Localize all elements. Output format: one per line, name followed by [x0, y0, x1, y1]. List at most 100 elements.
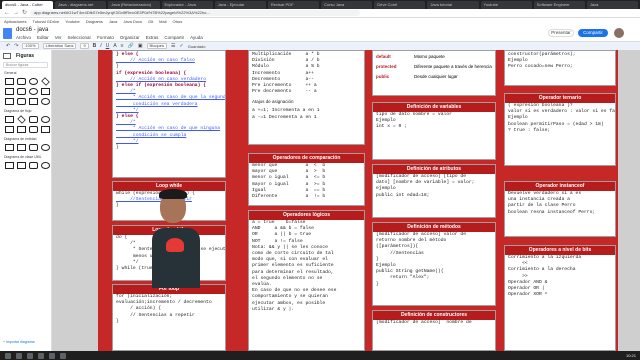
flow-manual-shape[interactable] [29, 126, 38, 133]
flow-process-shape[interactable] [5, 116, 14, 123]
diamond-shape[interactable] [41, 77, 50, 86]
methods-card[interactable]: Definición de métodos [modificador de ac… [372, 222, 496, 306]
image-icon[interactable]: ▣ [138, 43, 143, 49]
explorer-taskbar-icon[interactable] [38, 352, 44, 359]
rounded-rectangle-shape[interactable] [17, 78, 26, 85]
bookmark-item[interactable]: Mail [159, 18, 166, 25]
font-family-select[interactable]: Liberation Sans [42, 43, 77, 49]
browser-tab[interactable]: Java - diagrams.net [55, 1, 107, 9]
menu-item[interactable]: Compartir [164, 35, 184, 40]
logical-operators-card[interactable]: Operadores lógicos a = true b=false AND a… [248, 210, 365, 351]
menu-item[interactable]: Seleccionar [68, 35, 92, 40]
font-size-select[interactable]: 9 [80, 43, 89, 49]
bookmark-item[interactable]: Otros [173, 18, 183, 25]
text-color-icon[interactable]: A [113, 43, 116, 49]
ellipse-shape[interactable] [29, 78, 38, 85]
browser-tab[interactable]: Revisar PDF [267, 1, 320, 9]
bookmark-item[interactable]: Diagrams [86, 18, 103, 25]
access-modifiers-card[interactable]: default Mismo paquete protected Diferente p… [372, 50, 496, 96]
relation-shape[interactable] [29, 144, 38, 151]
if-else-card[interactable]: } else { // Acción en caso falso} if (exp… [112, 50, 226, 178]
start-icon[interactable] [5, 352, 11, 359]
table-shape[interactable] [17, 144, 26, 151]
bookmark-item[interactable]: Java [109, 18, 117, 25]
uml-class-shape[interactable] [5, 162, 14, 169]
note-shape[interactable] [29, 98, 38, 105]
browser-tab[interactable]: Explorador - Java [161, 1, 213, 9]
undo-icon[interactable]: ↶ [6, 43, 10, 49]
link-icon[interactable]: 🔗 [128, 43, 134, 49]
menu-item[interactable]: Formato [97, 35, 114, 40]
constructors-card[interactable]: Definición de constructores [modificador… [372, 310, 496, 351]
for-loop-card[interactable]: For loop for (inicialización; evaluación;… [112, 284, 226, 351]
instanceof-card[interactable]: Operador instanceof Devuelve verdadero s… [504, 181, 616, 237]
uml-package-shape[interactable] [29, 162, 38, 169]
reload-icon[interactable]: ↻ [22, 9, 27, 18]
browser-tab[interactable]: Software Engineer [533, 1, 585, 9]
share-button[interactable]: Compartir [578, 29, 608, 37]
url-field[interactable]: app.diagrams.net/#G1wT4vr4DfkS7e5mJyrqK3… [30, 10, 361, 16]
flow-document-shape[interactable] [17, 126, 26, 133]
style-select[interactable]: Bloques [146, 43, 168, 49]
bookmark-item[interactable]: Aplicaciones [4, 18, 26, 25]
back-icon[interactable]: ← [4, 9, 10, 18]
flow-connector-shape[interactable] [41, 116, 50, 123]
bold-icon[interactable]: B [93, 43, 97, 49]
ternary-operator-card[interactable]: Operador ternario ( expresión booleana )… [504, 93, 616, 166]
entity-shape[interactable] [5, 144, 14, 151]
variables-card[interactable]: Definición de variables tipo de dato nom… [372, 102, 496, 160]
arithmetic-operators-card[interactable]: Multiplicación a * b División a / b Módulo… [248, 50, 365, 145]
import-diagram-link[interactable]: + Importar diagrama [3, 340, 35, 344]
bookmark-item[interactable]: Java Docs [123, 18, 142, 25]
format-panel-icon[interactable]: ☰ [171, 43, 175, 49]
attributes-card[interactable]: Definición de atributos [modificador de … [372, 164, 496, 218]
sidebar-section-uml[interactable]: Diagrama de clase UML [0, 152, 51, 161]
search-icon[interactable] [16, 352, 22, 359]
diagram-canvas[interactable]: } else { // Acción en caso falso} if (exp… [52, 50, 640, 351]
browser-taskbar-icon[interactable] [27, 352, 33, 359]
terminal-taskbar-icon[interactable] [60, 352, 66, 359]
editor-taskbar-icon[interactable] [49, 352, 55, 359]
document-title[interactable]: docs6 - java [16, 27, 48, 33]
menu-item[interactable]: Extras [146, 35, 159, 40]
menu-item[interactable]: Ver [55, 35, 62, 40]
forward-icon[interactable]: → [13, 9, 19, 18]
sidebar-section-flowchart[interactable]: Diagrama de flujo [0, 106, 51, 115]
menu-item[interactable]: Editar [37, 35, 49, 40]
browser-tab[interactable]: Java [586, 1, 639, 9]
browser-tab[interactable]: Java tutorial [427, 1, 479, 9]
uml-actor-shape[interactable] [41, 162, 50, 169]
present-button[interactable]: Presentar [548, 29, 574, 37]
attribute-shape[interactable] [41, 144, 50, 151]
actor-shape[interactable] [41, 98, 50, 105]
flow-data-shape[interactable] [5, 126, 14, 133]
flow-terminator-shape[interactable] [29, 116, 38, 123]
align-left-icon[interactable]: ≡ [121, 43, 124, 49]
bitwise-operators-card[interactable]: Operadores a nivel de bits Corrimiento a… [504, 245, 616, 351]
flow-decision-shape[interactable] [17, 115, 26, 124]
sidebar-section-entity[interactable]: Diagrama de entidad [0, 134, 51, 143]
bookmark-item[interactable]: Tutorial GDrive [32, 18, 59, 25]
user-avatar[interactable] [614, 28, 624, 38]
bookmark-item[interactable]: Youtube [65, 18, 80, 25]
redo-icon[interactable]: ↷ [14, 43, 18, 49]
sidebar-section-general[interactable]: General [0, 68, 51, 77]
comparison-operators-card[interactable]: Operadores de comparación menor que a < … [248, 153, 365, 206]
menu-item[interactable]: Ayuda [190, 35, 203, 40]
uml-interface-shape[interactable] [17, 162, 26, 169]
cylinder-shape[interactable] [5, 98, 14, 105]
document-shape[interactable] [17, 98, 26, 105]
browser-tab[interactable]: Youtube [480, 1, 532, 9]
browser-tab[interactable]: Java - Ejecutar [214, 1, 266, 9]
square-shape[interactable] [41, 88, 50, 95]
zoom-select[interactable]: 100% [22, 43, 39, 49]
browser-tab[interactable]: Java (Refactorizacion) [108, 1, 160, 9]
constructor-example-card[interactable]: constructor(parámetros); Ejemplo Perro coc… [504, 50, 616, 86]
flow-storage-shape[interactable] [41, 126, 50, 133]
menu-item[interactable]: Organizar [120, 35, 140, 40]
circle-shape[interactable] [29, 88, 38, 95]
italic-icon[interactable]: I [100, 43, 101, 49]
browser-tab[interactable]: Curso Java [321, 1, 373, 9]
bookmark-item[interactable]: Git [148, 18, 153, 25]
rectangle-shape[interactable] [5, 78, 14, 85]
